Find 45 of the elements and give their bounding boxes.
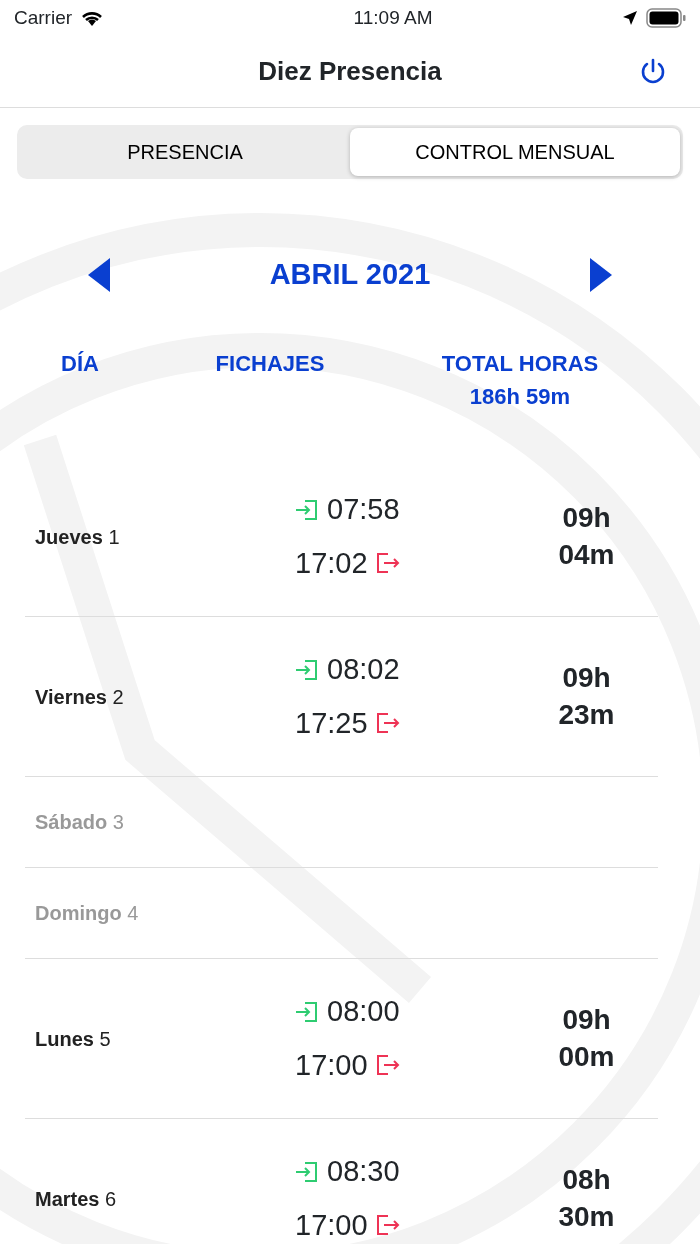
location-arrow-icon <box>622 10 638 26</box>
column-header: DÍA <box>61 351 99 376</box>
carrier-label: Carrier <box>14 5 73 30</box>
clock-out-time: 17:25 <box>295 705 368 741</box>
previous-arrow-icon[interactable] <box>88 258 110 292</box>
minutes-value: 00m <box>558 1039 615 1074</box>
clock-out-icon <box>375 552 400 575</box>
clock-in-time: 08:00 <box>327 994 400 1029</box>
clock-in-icon <box>295 498 319 521</box>
segment-tab[interactable]: CONTROL MENSUAL <box>350 128 680 176</box>
column-header: TOTAL HORAS <box>441 350 599 378</box>
day-label: Domingo 4 <box>35 902 139 924</box>
day-label: Sábado 3 <box>35 811 124 833</box>
battery-icon <box>646 8 686 28</box>
column-header: FICHAJES <box>215 351 325 376</box>
clock-in-icon <box>295 1000 319 1023</box>
clock-in-time: 08:02 <box>327 652 400 687</box>
hours-value: 08h <box>562 1163 611 1198</box>
screen-title: Diez Presencia <box>258 55 442 88</box>
day-label: Viernes 2 <box>35 685 124 708</box>
power-icon[interactable] <box>640 58 666 86</box>
segment-tab[interactable]: PRESENCIA <box>20 128 350 176</box>
hours-value: 09h <box>562 1003 611 1038</box>
day-label: Lunes 5 <box>35 1027 111 1050</box>
hours-value: 09h <box>562 661 611 696</box>
clock-in-time: 08:30 <box>327 1154 400 1189</box>
minutes-value: 04m <box>558 537 615 572</box>
total-hours-value: 186h 59m <box>469 383 571 411</box>
clock-in-icon <box>295 1160 319 1183</box>
next-arrow-icon[interactable] <box>590 258 612 292</box>
minutes-value: 23m <box>558 697 615 732</box>
clock-out-icon <box>375 1054 400 1077</box>
clock-out-time: 17:02 <box>295 545 368 581</box>
month-label: ABRIL 2021 <box>269 257 431 293</box>
status-time: 11:09 AM <box>353 5 433 30</box>
day-label: Jueves 1 <box>35 525 120 548</box>
clock-out-icon <box>375 712 400 735</box>
clock-out-icon <box>375 1214 400 1237</box>
clock-in-icon <box>295 658 319 681</box>
hours-value: 09h <box>562 501 611 536</box>
day-label: Martes 6 <box>35 1187 117 1210</box>
clock-out-time: 17:00 <box>295 1207 368 1243</box>
clock-in-time: 07:58 <box>327 492 400 527</box>
clock-out-time: 17:00 <box>295 1047 368 1083</box>
minutes-value: 30m <box>558 1199 615 1234</box>
